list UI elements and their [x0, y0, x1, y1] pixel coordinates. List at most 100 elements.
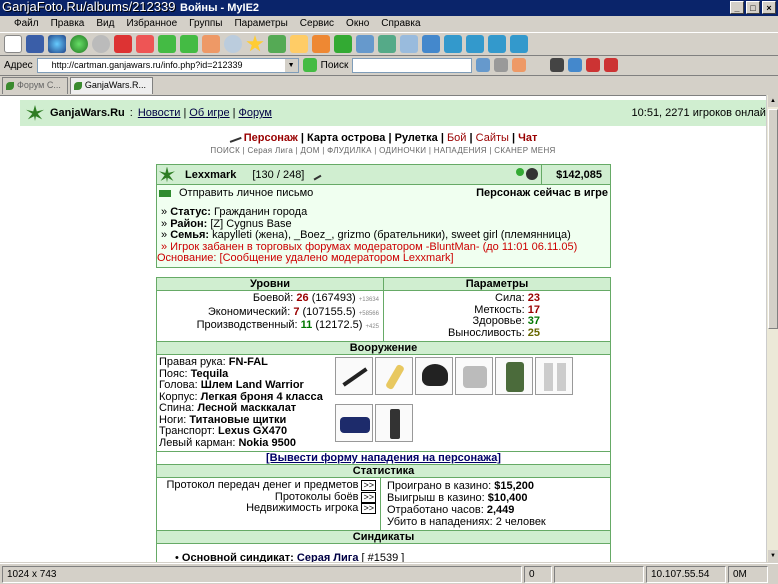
proxy-icon[interactable] — [356, 35, 374, 53]
menu-help[interactable]: Справка — [375, 16, 426, 32]
equipment-grid — [335, 357, 574, 449]
folder-icon[interactable] — [290, 35, 308, 53]
menu-favorites[interactable]: Избранное — [120, 16, 183, 32]
menu-window[interactable]: Окно — [340, 16, 375, 32]
undo-icon[interactable] — [422, 35, 440, 53]
close-tab-icon[interactable] — [586, 58, 601, 72]
nav-sites[interactable]: Сайты — [476, 132, 509, 144]
tab-ganjawars[interactable]: GanjaWars.R... — [69, 77, 154, 94]
maximize-button[interactable]: □ — [746, 1, 760, 14]
favorites-icon[interactable] — [246, 35, 264, 52]
menu-tools[interactable]: Сервис — [294, 16, 340, 32]
save-icon[interactable] — [26, 35, 44, 53]
user-icon[interactable] — [312, 35, 330, 53]
clean-icon[interactable] — [512, 58, 527, 72]
district-value[interactable]: [Z] Cygnus Base — [210, 218, 291, 230]
gun-icon — [227, 133, 242, 143]
nav-battle[interactable]: Бой — [447, 132, 466, 144]
tab-forum[interactable]: Форум С... — [2, 77, 68, 94]
stop-icon[interactable] — [114, 35, 132, 53]
nav-news-link[interactable]: Новости — [138, 107, 181, 119]
site-brand: GanjaWars.Ru — [50, 107, 125, 119]
scroll-down-icon[interactable]: ▼ — [768, 550, 778, 562]
levels-header: Уровни — [157, 278, 383, 291]
window-icon[interactable] — [444, 35, 462, 53]
chevron-down-icon[interactable]: ▼ — [284, 58, 298, 72]
download-icon[interactable] — [488, 35, 506, 53]
nav-character[interactable]: Персонаж — [244, 132, 298, 144]
weapons-list: Правая рука: FN-FAL Пояс: Tequila Голова… — [159, 356, 323, 449]
open-battles-button[interactable]: >> — [361, 491, 376, 503]
open-protocol-button[interactable]: >> — [361, 480, 376, 491]
menu-file[interactable]: Файл — [8, 16, 45, 32]
new-page-icon[interactable] — [4, 35, 22, 53]
open-property-button[interactable]: >> — [361, 503, 376, 514]
bottle-icon[interactable] — [375, 357, 413, 395]
highlight-icon[interactable] — [494, 58, 509, 72]
cannabis-leaf-icon — [159, 166, 175, 183]
minimize-button[interactable]: _ — [730, 1, 744, 14]
weapons-header: Вооружение — [157, 342, 610, 355]
nav-forum-link[interactable]: Форум — [238, 107, 271, 119]
font-icon[interactable] — [334, 35, 352, 53]
tile-icon[interactable] — [466, 35, 484, 53]
nav-map[interactable]: Карта острова — [307, 132, 385, 144]
nav-about-link[interactable]: Об игре — [189, 107, 229, 119]
stat-row: Выигрыш в казино: $10,400 — [387, 492, 528, 504]
close-button[interactable]: × — [762, 1, 776, 14]
address-bar: Адрес http://cartman.ganjawars.ru/info.p… — [0, 56, 778, 74]
status-bar: 1024 x 743 0 10.107.55.54 0M — [0, 563, 778, 584]
send-mail-button[interactable]: Отправить личное письмо — [159, 187, 313, 199]
refresh-icon[interactable] — [158, 35, 176, 53]
menu-view[interactable]: Вид — [90, 16, 120, 32]
block-icon[interactable] — [378, 35, 396, 53]
camo-icon[interactable] — [495, 357, 533, 395]
stat-row: Проиграно в казино: $15,200 — [387, 480, 534, 492]
close-all-icon[interactable] — [604, 58, 619, 72]
menu-edit[interactable]: Правка — [45, 16, 91, 32]
leaf-icon — [73, 82, 82, 90]
globe-icon[interactable] — [48, 35, 66, 53]
history-icon[interactable] — [268, 35, 286, 53]
family-value[interactable]: kapylleti (жена), _Boez_, grizmo (брател… — [212, 229, 571, 241]
syndicate-link[interactable]: Серая Лига — [297, 552, 359, 562]
attack-form-link[interactable]: [Вывести форму нападения на персонажа] — [266, 452, 501, 464]
home-icon[interactable] — [202, 35, 220, 53]
forward-icon[interactable] — [92, 35, 110, 53]
back-icon[interactable] — [70, 35, 88, 53]
nav-chat[interactable]: Чат — [518, 132, 537, 144]
disk-icon[interactable] — [550, 58, 565, 72]
phone-icon[interactable] — [375, 403, 413, 442]
scroll-thumb[interactable] — [768, 109, 778, 329]
ban-reason: Основание: [Сообщение удалено модераторо… — [157, 252, 454, 264]
mail-icon[interactable] — [400, 35, 418, 53]
search-input[interactable] — [352, 57, 473, 73]
tabs-icon[interactable] — [568, 58, 583, 72]
search-label: Поиск — [320, 59, 349, 71]
grid-icon[interactable] — [510, 35, 528, 53]
menu-groups[interactable]: Группы — [183, 16, 228, 32]
page-viewport: GanjaWars.Ru : Новости | Об игре | Форум… — [0, 95, 766, 562]
armor-icon[interactable] — [455, 357, 493, 395]
go-icon[interactable] — [302, 58, 317, 72]
search-go-icon[interactable] — [476, 58, 491, 72]
tab-label: GanjaWars.R... — [84, 80, 147, 90]
online-count: 10:51, 2271 игроков онлайн — [631, 107, 766, 119]
stop-all-icon[interactable] — [136, 35, 154, 53]
address-input[interactable]: http://cartman.ganjawars.ru/info.php?id=… — [36, 57, 299, 73]
sub-nav[interactable]: ПОИСК | Серая Лига | ДОМ | ФЛУДИЛКА | ОД… — [0, 146, 766, 155]
nav-roulette[interactable]: Рулетка — [395, 132, 438, 144]
car-icon[interactable] — [335, 403, 373, 442]
shin-guards-icon[interactable] — [535, 357, 573, 395]
refresh-all-icon[interactable] — [180, 35, 198, 53]
stat-link-row: Недвижимость игрока >> — [246, 502, 376, 514]
vertical-scrollbar[interactable]: ▲ ▼ — [766, 95, 778, 562]
profile-card: Lexxmark [130 / 248] $142,085 Отправить … — [156, 164, 611, 268]
search-icon[interactable] — [224, 35, 242, 53]
menu-options[interactable]: Параметры — [228, 16, 293, 32]
helmet-icon[interactable] — [415, 357, 453, 395]
rifle-icon[interactable] — [335, 357, 373, 395]
syndicate-row: • Основной синдикат: Серая Лига [ #1539 … — [175, 552, 405, 562]
level-row: Экономический: 7 (107155.5) +58566 — [207, 305, 379, 318]
scroll-up-icon[interactable]: ▲ — [768, 95, 778, 107]
